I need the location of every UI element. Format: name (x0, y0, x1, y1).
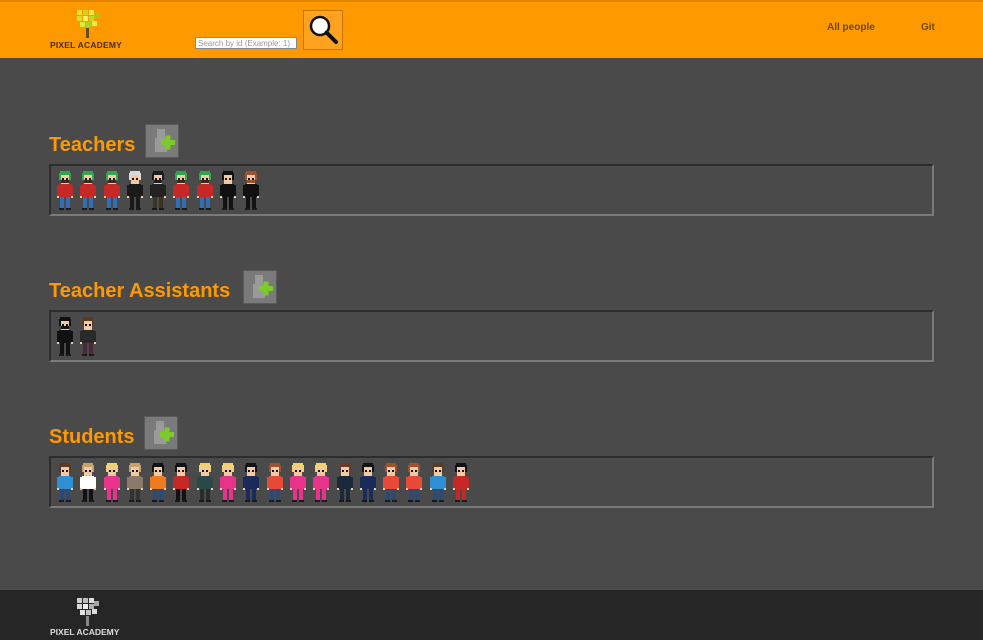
tree-trunk (86, 28, 89, 38)
person-avatar[interactable] (53, 316, 76, 360)
nav-git[interactable]: Git (921, 22, 935, 33)
teachers-list (49, 164, 934, 216)
person-avatar[interactable] (123, 170, 146, 214)
tree-trunk (86, 616, 89, 626)
person-avatar[interactable] (333, 462, 356, 506)
person-avatar[interactable] (53, 170, 76, 214)
person-avatar[interactable] (379, 462, 402, 506)
add-person-icon (155, 129, 175, 152)
person-avatar[interactable] (309, 462, 332, 506)
add-teacher-assistant-button[interactable] (243, 270, 277, 304)
add-teacher-button[interactable] (145, 124, 179, 158)
students-row (53, 462, 472, 506)
person-avatar[interactable] (100, 462, 123, 506)
nav-all-people[interactable]: All people (827, 22, 875, 33)
pixel-tree-icon (77, 10, 99, 30)
section-title-students: Students (49, 426, 135, 448)
person-avatar[interactable] (53, 462, 76, 506)
person-avatar[interactable] (216, 170, 239, 214)
person-avatar[interactable] (216, 462, 239, 506)
teacher-assistants-list (49, 310, 934, 362)
person-avatar[interactable] (193, 462, 216, 506)
person-avatar[interactable] (123, 462, 146, 506)
person-avatar[interactable] (100, 170, 123, 214)
person-avatar[interactable] (193, 170, 216, 214)
add-student-button[interactable] (144, 416, 178, 450)
section-title-teacher-assistants: Teacher Assistants (49, 280, 231, 302)
logo-text: PIXEL ACADEMY (50, 40, 123, 50)
teacher-assistants-row (53, 316, 100, 360)
pixel-tree-icon (77, 598, 99, 618)
person-avatar[interactable] (426, 462, 449, 506)
person-avatar[interactable] (76, 170, 99, 214)
add-person-icon (253, 275, 273, 298)
person-avatar[interactable] (263, 462, 286, 506)
header-bar: PIXEL ACADEMY All people Git (0, 0, 983, 58)
footer-logo-text: PIXEL ACADEMY (50, 627, 120, 637)
search-button[interactable] (303, 10, 343, 50)
students-list (49, 456, 934, 508)
person-avatar[interactable] (402, 462, 425, 506)
person-avatar[interactable] (356, 462, 379, 506)
magnifier-icon (309, 15, 338, 44)
person-avatar[interactable] (169, 462, 192, 506)
search-input[interactable] (195, 37, 297, 49)
person-avatar[interactable] (286, 462, 309, 506)
person-avatar[interactable] (76, 462, 99, 506)
person-avatar[interactable] (239, 462, 262, 506)
person-avatar[interactable] (76, 316, 99, 360)
add-person-icon (154, 421, 174, 444)
person-avatar[interactable] (449, 462, 472, 506)
person-avatar[interactable] (239, 170, 262, 214)
person-avatar[interactable] (146, 462, 169, 506)
teachers-row (53, 170, 263, 214)
pixel-academy-logo[interactable]: PIXEL ACADEMY (50, 8, 130, 54)
person-avatar[interactable] (169, 170, 192, 214)
footer-logo[interactable]: PIXEL ACADEMY (50, 596, 130, 640)
section-title-teachers: Teachers (49, 134, 136, 156)
footer: PIXEL ACADEMY (0, 590, 983, 640)
person-avatar[interactable] (146, 170, 169, 214)
